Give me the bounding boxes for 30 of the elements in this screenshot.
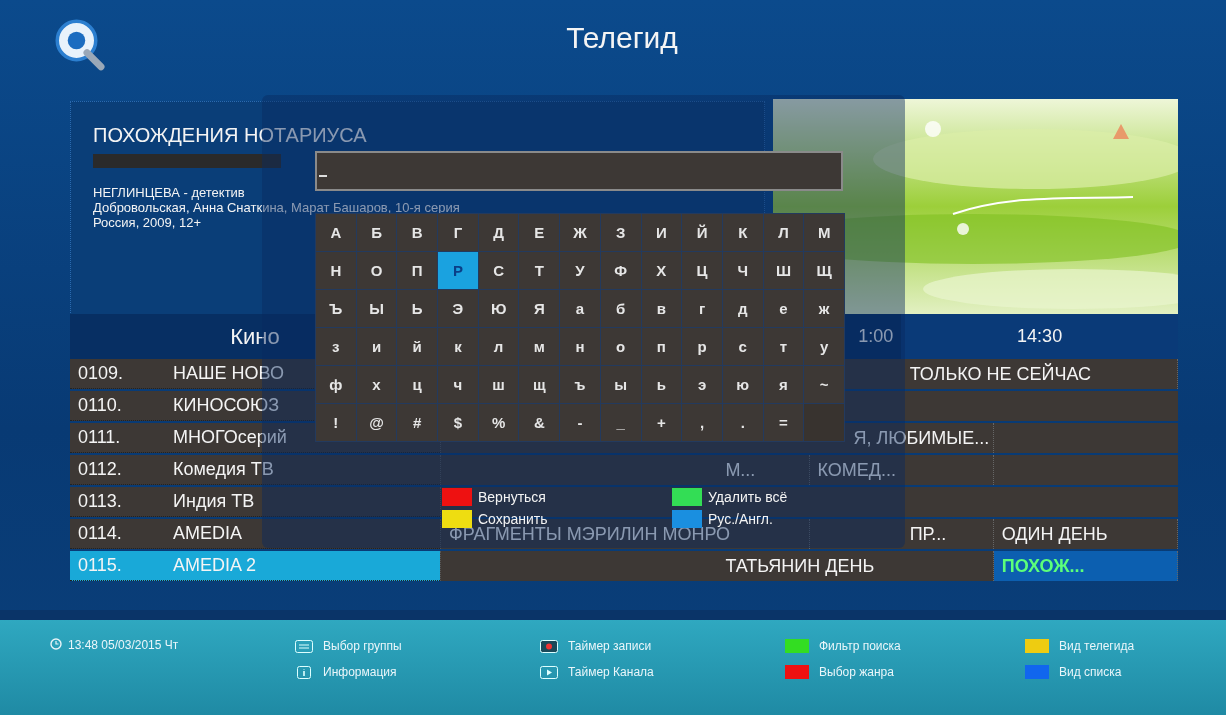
- program-description: НЕГЛИНЦЕВА - детектив: [93, 185, 246, 200]
- channel-name: Индия ТВ: [173, 491, 255, 512]
- channel-name: Комедия ТВ: [173, 459, 274, 480]
- hint-label: Выбор жанра: [819, 665, 894, 679]
- hint-label: Информация: [323, 665, 397, 679]
- legend-label: Удалить всё: [708, 489, 788, 505]
- hint-label: Вид телегида: [1059, 639, 1135, 653]
- channel-name: AMEDIA 2: [173, 555, 257, 576]
- hint-label: Фильтр поиска: [819, 639, 901, 653]
- hint-label: Таймер Канала: [568, 665, 654, 679]
- channel-number: 0115.: [77, 555, 123, 576]
- program-title: ПОХОЖДЕНИЯ НОТАРИУСА: [93, 124, 368, 147]
- channel-number: 0114.: [77, 523, 123, 544]
- channel-name: МНОГОсерий: [173, 427, 287, 448]
- channel-number: 0110.: [77, 395, 123, 416]
- screen-title: Телегид: [565, 20, 679, 55]
- hint-label: Выбор группы: [323, 639, 402, 653]
- program-description: Россия, 2009, 12+: [93, 215, 203, 230]
- channel-number: 0109.: [77, 363, 125, 384]
- hint-label: Вид списка: [1059, 665, 1122, 679]
- channel-number: 0111.: [77, 427, 122, 448]
- channel-name: AMEDIA: [173, 523, 242, 544]
- hint-label: Таймер записи: [568, 639, 652, 653]
- channel-number: 0112.: [77, 459, 123, 480]
- channel-number: 0113.: [77, 491, 123, 512]
- legend-label: Вернуться: [478, 489, 546, 505]
- clock-text: 13:48 05/03/2015 Чт: [68, 638, 179, 652]
- channel-name: КИНОСОЮЗ: [173, 395, 280, 416]
- channel-name: НАШЕ НОВО: [173, 363, 284, 384]
- program-description: Добровольская, Анна Снаткина, Марат Башаров, 10-я серия: [93, 200, 461, 215]
